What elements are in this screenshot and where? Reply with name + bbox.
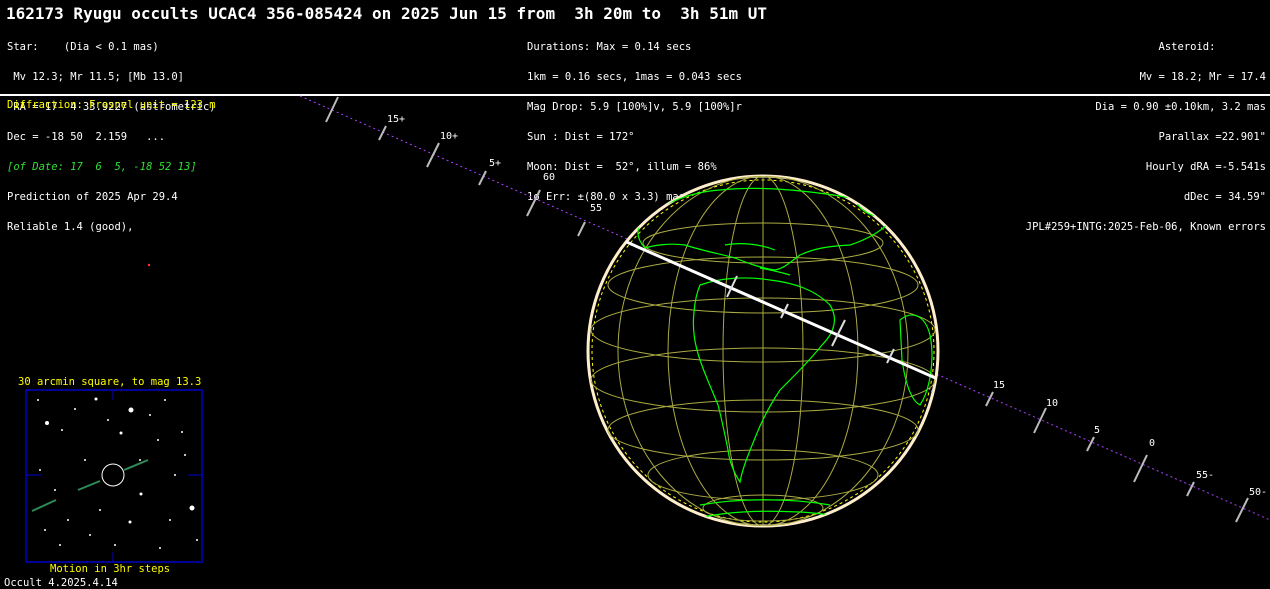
track-label: 60 xyxy=(543,172,555,183)
track-label: 5 xyxy=(1094,425,1100,436)
earth-map: 15+ 10+ 5+ 60 55 15 10 5 0 55- 50- xyxy=(147,95,1270,528)
footer-version: Occult 4.2025.4.14 xyxy=(4,577,118,589)
finder-title: 30 arcmin square, to mag 13.3 xyxy=(18,376,202,388)
marker-dot xyxy=(147,263,151,267)
track-label: 10+ xyxy=(440,131,458,142)
track-label: 0 xyxy=(1149,438,1155,449)
finder-caption: Motion in 3hr steps xyxy=(50,563,171,575)
track-label: 50- xyxy=(1249,487,1267,498)
track-label: 55 xyxy=(590,203,602,214)
track-label: 15 xyxy=(993,380,1005,391)
track-label: 5+ xyxy=(489,158,501,169)
track-label: 10 xyxy=(1046,398,1058,409)
track-label: 55- xyxy=(1196,470,1214,481)
track-label: 15+ xyxy=(387,114,405,125)
